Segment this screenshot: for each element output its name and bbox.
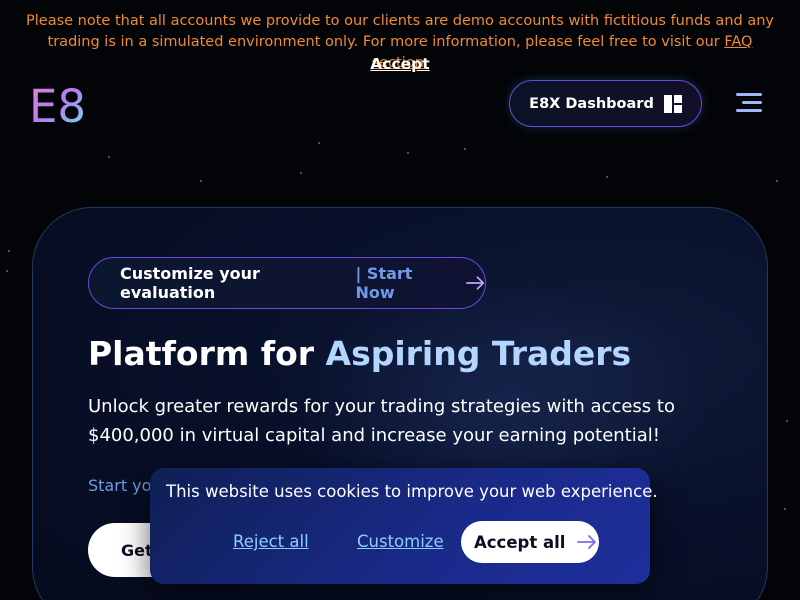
arrow-right-icon <box>465 276 484 290</box>
pill-text: Customize your evaluation <box>120 264 260 302</box>
get-started-label: Get <box>121 540 153 560</box>
notice-accept-link[interactable]: Accept <box>0 55 800 73</box>
title-part-1: Platform for <box>88 334 315 373</box>
hero-start-text: Start yo <box>88 476 152 495</box>
arrow-right-icon <box>577 535 597 549</box>
customize-evaluation-pill[interactable]: Customize your evaluation | Start Now <box>88 257 486 309</box>
accept-all-button[interactable]: Accept all <box>461 521 599 563</box>
svg-text:E8: E8 <box>29 82 86 128</box>
hamburger-menu-icon[interactable] <box>736 93 762 113</box>
dashboard-button-label: E8X Dashboard <box>529 95 654 112</box>
cookie-banner: This website uses cookies to improve you… <box>150 468 658 584</box>
page-title: Platform for Aspiring Traders <box>88 333 631 375</box>
e8-logo[interactable]: E8 <box>29 80 91 133</box>
accept-all-label: Accept all <box>474 532 566 552</box>
customize-cookies-button[interactable]: Customize <box>357 532 444 551</box>
reject-all-button[interactable]: Reject all <box>233 532 309 551</box>
cookie-message: This website uses cookies to improve you… <box>166 482 658 501</box>
pill-start-now: | Start Now <box>355 264 413 302</box>
hero-subtitle: Unlock greater rewards for your trading … <box>88 396 675 446</box>
title-part-2: Aspiring Traders <box>325 334 632 373</box>
demo-notice-text: Please note that all accounts we provide… <box>26 13 774 50</box>
dashboard-grid-icon <box>663 94 682 113</box>
e8x-dashboard-button[interactable]: E8X Dashboard <box>509 80 702 127</box>
